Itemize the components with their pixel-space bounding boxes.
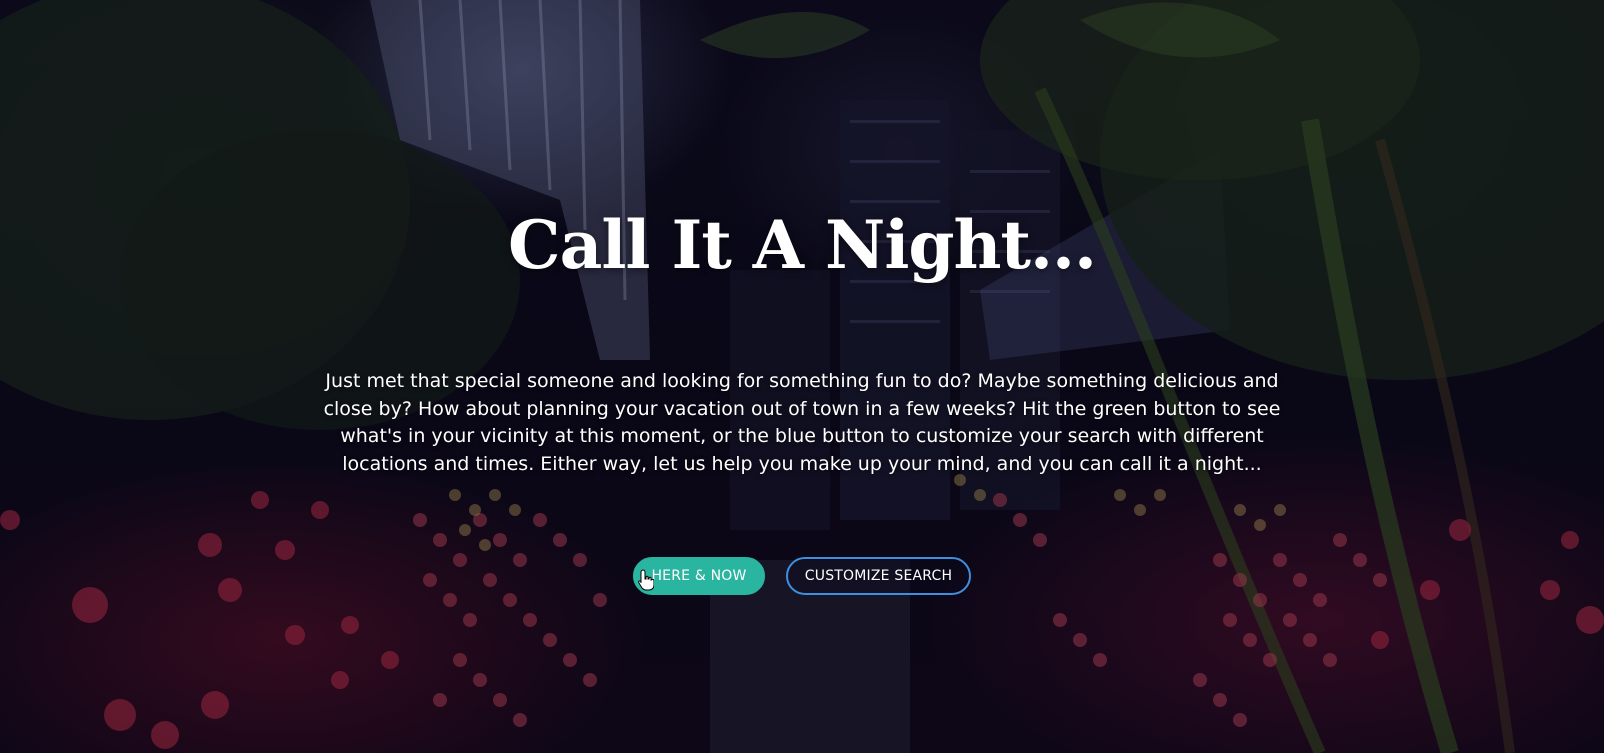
hero-content: Call It A Night... Just met that special… bbox=[0, 0, 1604, 753]
customize-search-button[interactable]: CUSTOMIZE SEARCH bbox=[786, 557, 971, 595]
hand-pointer-icon bbox=[638, 569, 654, 591]
page-title: Call It A Night... bbox=[508, 206, 1097, 284]
hero-section: Call It A Night... Just met that special… bbox=[0, 0, 1604, 753]
hero-description: Just met that special someone and lookin… bbox=[323, 370, 1281, 475]
